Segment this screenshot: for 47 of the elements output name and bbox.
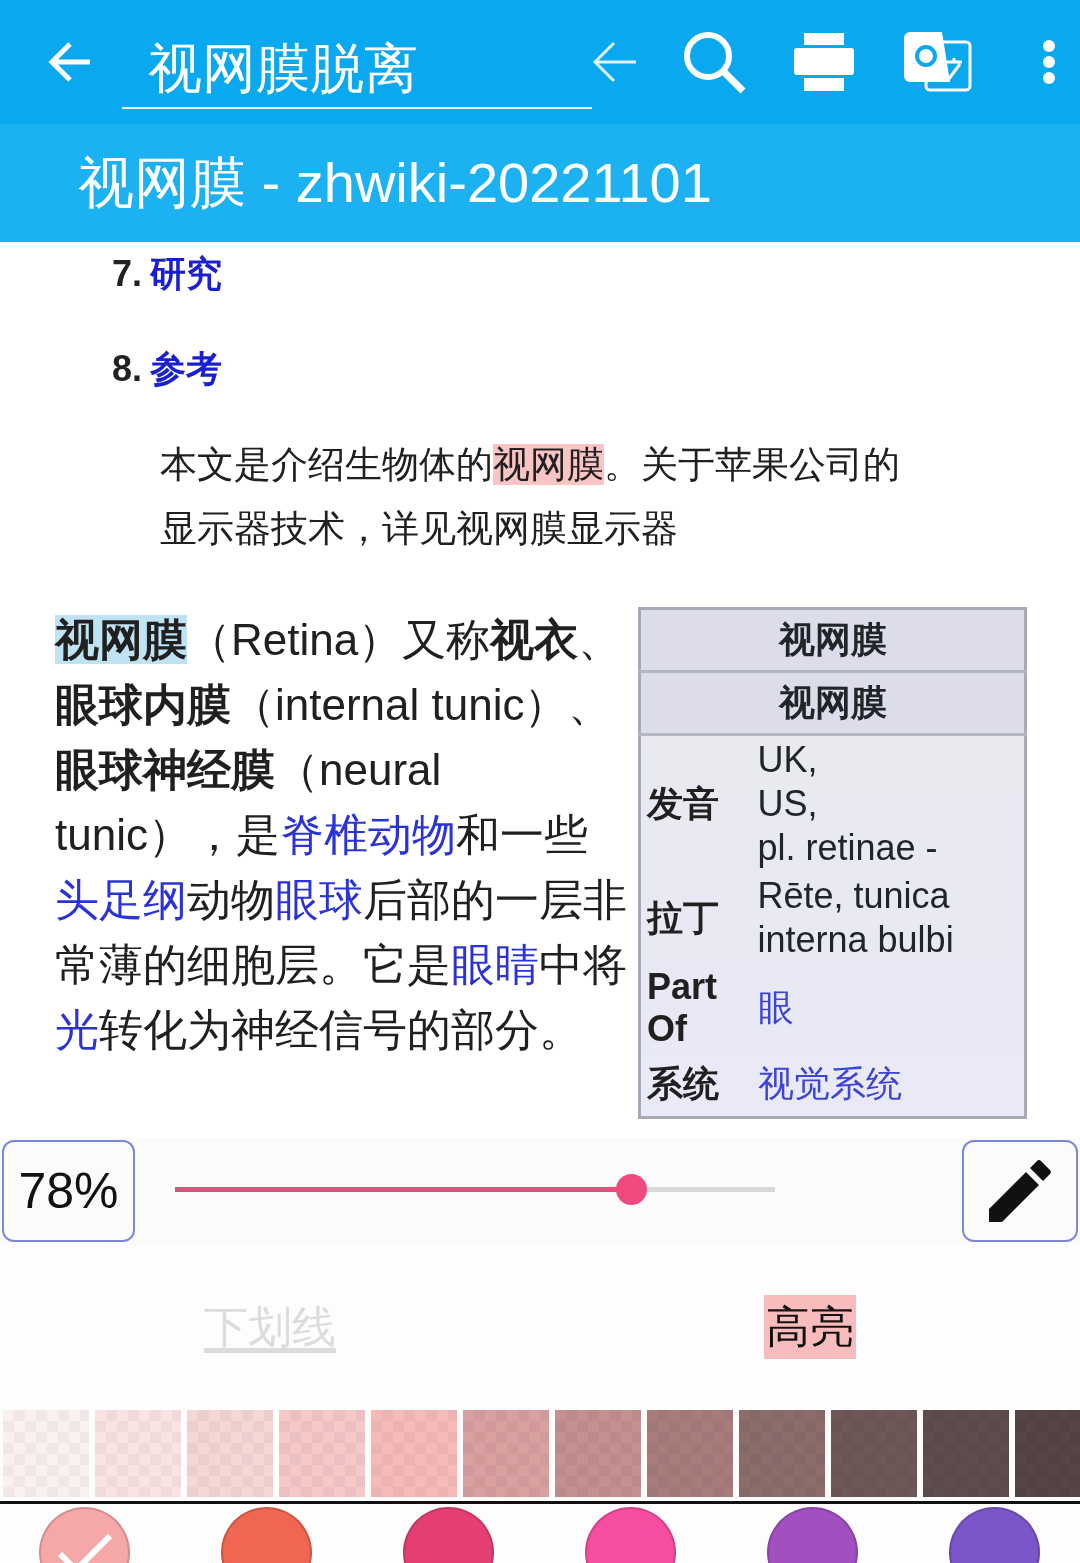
check-icon [56, 1531, 113, 1563]
infobox-label: 发音 [639, 734, 740, 872]
arrow-icon[interactable] [592, 39, 638, 85]
infobox-value: pl. retinae - [757, 826, 939, 870]
shade-swatch[interactable] [95, 1410, 181, 1497]
link[interactable]: 眼球 [275, 875, 363, 924]
shade-swatch[interactable] [555, 1410, 641, 1497]
shade-swatch[interactable] [371, 1410, 457, 1497]
infobox-label: 拉丁 [639, 872, 740, 964]
infobox-value: UK, [757, 738, 819, 782]
link[interactable]: 眼 [757, 987, 794, 1028]
shade-swatch[interactable] [187, 1410, 273, 1497]
search-icon[interactable] [682, 30, 746, 94]
shade-swatch[interactable] [279, 1410, 365, 1497]
infobox-value: US, [757, 782, 819, 826]
opacity-button[interactable]: 78% [2, 1140, 135, 1242]
infobox-label: Part Of [639, 964, 740, 1052]
link[interactable]: 头足纲 [55, 875, 187, 924]
shade-swatch[interactable] [463, 1410, 549, 1497]
toc-link[interactable]: 研究 [150, 256, 223, 296]
link[interactable]: 光 [55, 1005, 99, 1054]
shade-swatch[interactable] [923, 1410, 1009, 1497]
link[interactable]: 脊椎动物 [279, 810, 456, 859]
shade-swatch[interactable] [739, 1410, 825, 1497]
toc-link[interactable]: 参考 [150, 351, 223, 391]
translate-icon[interactable] [904, 32, 972, 92]
link[interactable]: 视觉系统 [757, 1063, 902, 1104]
article-paragraph: 视网膜（Retina）又称视衣、 眼球内膜（internal tunic）、 眼球神经膜（neural tunic），是脊椎动物和一些 头足纲动物眼球后部的一层非常薄的细胞层。它是眼睛中将 光转化为神经信号的部分。 [55, 614, 628, 1056]
shade-swatch[interactable] [831, 1410, 917, 1497]
style-option[interactable]: 高亮 [764, 1295, 856, 1359]
print-icon[interactable] [794, 33, 854, 91]
page-title: 视网膜 - zhwiki-20221101 [0, 124, 1080, 242]
infobox-subtitle: 视网膜 [639, 671, 1026, 735]
more-icon[interactable] [1042, 40, 1056, 84]
slider-track[interactable] [175, 1187, 775, 1192]
toc-number: 7. [112, 256, 143, 296]
infobox-label: 系统 [639, 1052, 740, 1118]
toc-number: 8. [112, 351, 143, 391]
edit-button[interactable] [962, 1140, 1078, 1242]
infobox-title: 视网膜 [639, 608, 1026, 672]
pencil-icon [989, 1160, 1051, 1222]
slider-thumb[interactable] [616, 1174, 647, 1205]
shade-swatch[interactable] [647, 1410, 733, 1497]
shade-swatch[interactable] [1015, 1410, 1080, 1497]
link[interactable]: 眼睛 [451, 940, 539, 989]
hatnote: 本文是介绍生物体的视网膜。关于苹果公司的显示器技术，详见视网膜显示器 [159, 443, 901, 551]
infobox-value: Rēte, tunica interna bulbi [757, 874, 955, 962]
